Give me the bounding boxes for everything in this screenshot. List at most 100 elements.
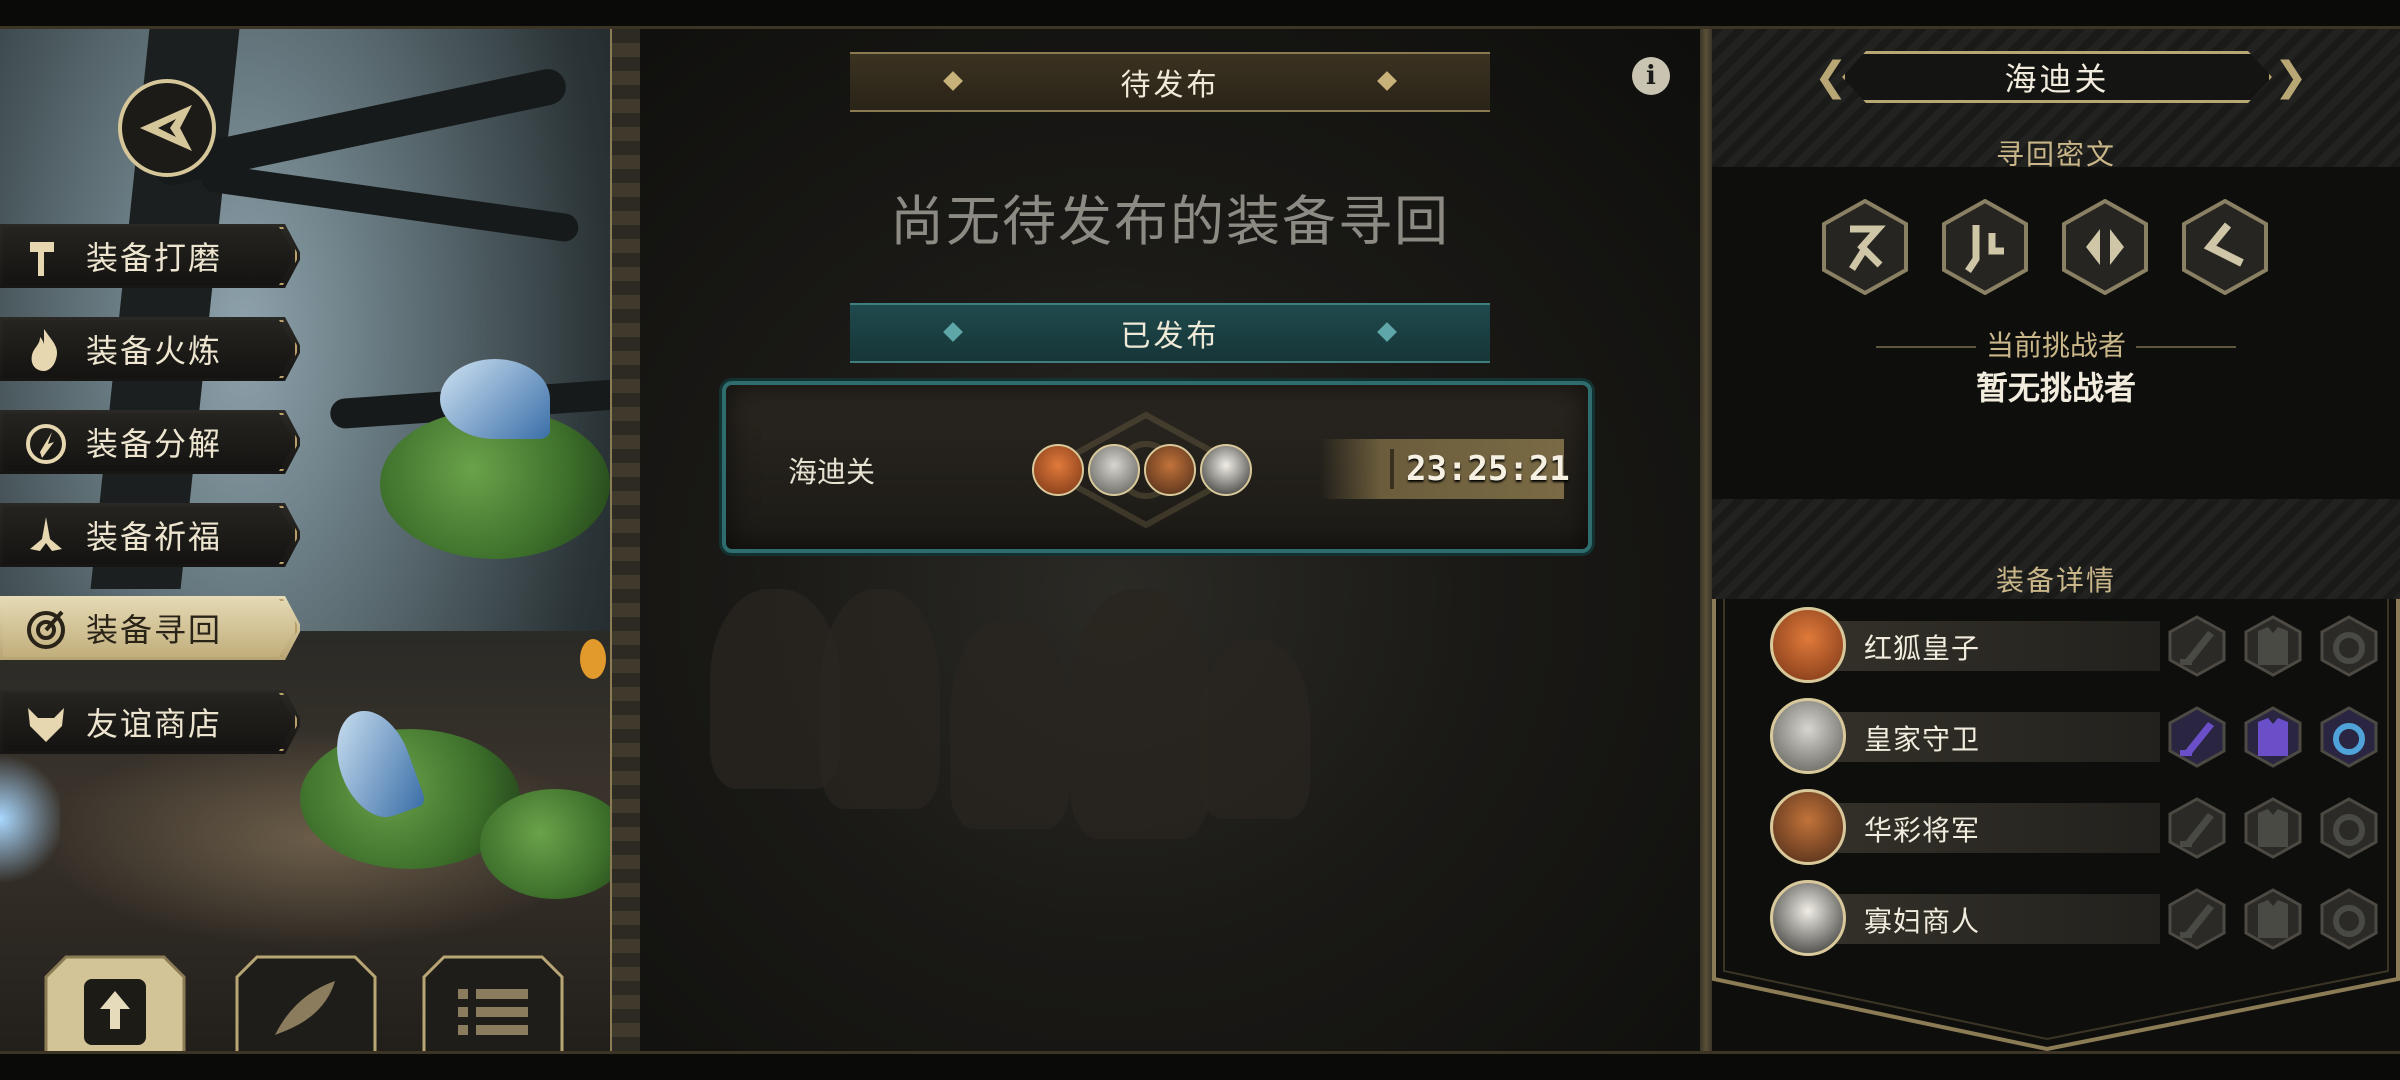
hero-name: 红狐皇子	[1864, 632, 1981, 665]
hero-portrait	[1770, 607, 1846, 683]
hero-row-bar	[1810, 621, 2160, 671]
hero-row[interactable]: 寡妇商人	[1770, 880, 2378, 956]
bg-figure	[1200, 639, 1310, 819]
hero-row[interactable]: 皇家守卫	[1770, 698, 2378, 774]
scene-flower	[440, 359, 550, 439]
challenger-label: 当前挑战者	[1985, 329, 2126, 362]
tab-publish[interactable]	[44, 955, 186, 1055]
tab-list-bg	[422, 955, 564, 1055]
weapon-slot[interactable]	[2168, 797, 2226, 859]
menu-item-bless[interactable]: 装备祈福	[0, 503, 300, 567]
bg-figure	[950, 619, 1070, 829]
challenger-value: 暂无挑战者	[1975, 369, 2136, 407]
scene-orange-flower	[580, 639, 606, 679]
cipher-title: 寻回密文	[1995, 138, 2116, 171]
ring-icon	[2320, 706, 2378, 772]
menu-item-shop[interactable]: 友谊商店	[0, 690, 300, 754]
right-divider	[1700, 29, 1712, 1051]
rune-4[interactable]	[2182, 198, 2268, 296]
menu-item-label: 装备分解	[86, 425, 223, 463]
tab-records-bg	[235, 955, 377, 1055]
target-icon	[20, 602, 72, 654]
armor-slot[interactable]	[2244, 706, 2302, 768]
trinket-slot[interactable]	[2320, 797, 2378, 859]
menu-item-label: 装备寻回	[86, 611, 223, 649]
armor-slot[interactable]	[2244, 888, 2302, 950]
banner-diamond-icon	[943, 322, 963, 342]
tab-records[interactable]	[235, 955, 377, 1055]
hero-name: 皇家守卫	[1864, 723, 1981, 756]
menu-item-temper[interactable]: 装备火炼	[0, 317, 300, 381]
menu-item-polish[interactable]: 装备打磨	[0, 224, 300, 288]
hero-portrait-red-fox	[1032, 444, 1084, 496]
armor-icon	[2244, 615, 2302, 681]
sword-icon	[2168, 797, 2226, 863]
ring-icon	[2320, 797, 2378, 863]
weapon-slot[interactable]	[2168, 615, 2226, 677]
hero-row-bar	[1810, 712, 2160, 762]
armor-slot[interactable]	[2244, 615, 2302, 677]
trinket-slot[interactable]	[2320, 615, 2378, 677]
weapon-slot[interactable]	[2168, 888, 2226, 950]
pending-title: 待发布	[1120, 68, 1220, 103]
tab-publish-bg	[44, 955, 186, 1055]
hero-row[interactable]: 华彩将军	[1770, 789, 2378, 865]
rune-3[interactable]	[2062, 198, 2148, 296]
menu-item-label: 装备祈福	[86, 518, 223, 556]
quest-location: 海迪关	[788, 455, 876, 489]
rune-1-icon	[1822, 198, 1908, 296]
hero-row-bar	[1810, 803, 2160, 853]
sword-icon	[2168, 706, 2226, 772]
ring-icon	[2320, 615, 2378, 681]
published-title: 已发布	[1120, 319, 1220, 354]
info-icon: i	[1646, 61, 1656, 91]
bg-figure	[820, 589, 940, 809]
hero-row[interactable]: 红狐皇子	[1770, 607, 2378, 683]
next-location-icon[interactable]: ❯	[2274, 57, 2308, 97]
rune-1[interactable]	[1822, 198, 1908, 296]
hammer-icon	[20, 230, 72, 282]
flame-icon	[20, 323, 72, 375]
hero-portrait-royal-guard	[1088, 444, 1140, 496]
rune-4-icon	[2182, 198, 2268, 296]
bottom-frame-border	[0, 1051, 2400, 1080]
menu-item-salvage[interactable]: 装备分解	[0, 410, 300, 474]
tab-list[interactable]	[422, 955, 564, 1055]
trinket-slot[interactable]	[2320, 706, 2378, 768]
hero-name: 华彩将军	[1864, 814, 1981, 847]
back-button[interactable]	[118, 79, 216, 177]
trinket-slot[interactable]	[2320, 888, 2378, 950]
armor-icon	[2244, 888, 2302, 954]
hero-portrait	[1770, 698, 1846, 774]
banner-diamond-icon	[1377, 322, 1397, 342]
top-frame-border	[0, 0, 2400, 29]
pending-banner: 待发布	[850, 52, 1490, 112]
back-arrow-icon	[140, 105, 192, 151]
scene-blue-glow	[0, 749, 60, 889]
location-title-plate: 海迪关	[1842, 51, 2272, 103]
banner-diamond-icon	[1377, 71, 1397, 91]
hero-row-bar	[1810, 894, 2160, 944]
armor-slot[interactable]	[2244, 797, 2302, 859]
menu-item-retrieve[interactable]: 装备寻回	[0, 596, 300, 660]
bg-figure	[1070, 589, 1210, 839]
rune-2[interactable]	[1942, 198, 2028, 296]
published-quest-card[interactable]: 海迪关 23:25:21	[722, 381, 1592, 553]
armor-icon	[2244, 797, 2302, 863]
location-title: 海迪关	[2004, 60, 2110, 98]
praying-hands-icon	[20, 509, 72, 561]
menu-item-label: 装备打磨	[86, 239, 223, 277]
header-line	[2136, 346, 2236, 348]
sword-icon	[2168, 615, 2226, 681]
menu-item-label: 装备火炼	[86, 332, 223, 370]
weapon-slot[interactable]	[2168, 706, 2226, 768]
info-button[interactable]: i	[1632, 57, 1670, 95]
hero-portrait-widow-merchant	[1200, 444, 1252, 496]
left-divider	[610, 29, 642, 1051]
hero-name: 寡妇商人	[1864, 905, 1981, 938]
salvage-icon	[20, 416, 72, 468]
timer-text: 23:25:21	[1406, 449, 1570, 489]
empty-pending-message: 尚无待发布的装备寻回	[890, 190, 1450, 253]
quest-timer: 23:25:21	[1320, 439, 1570, 499]
hero-portrait	[1770, 880, 1846, 956]
